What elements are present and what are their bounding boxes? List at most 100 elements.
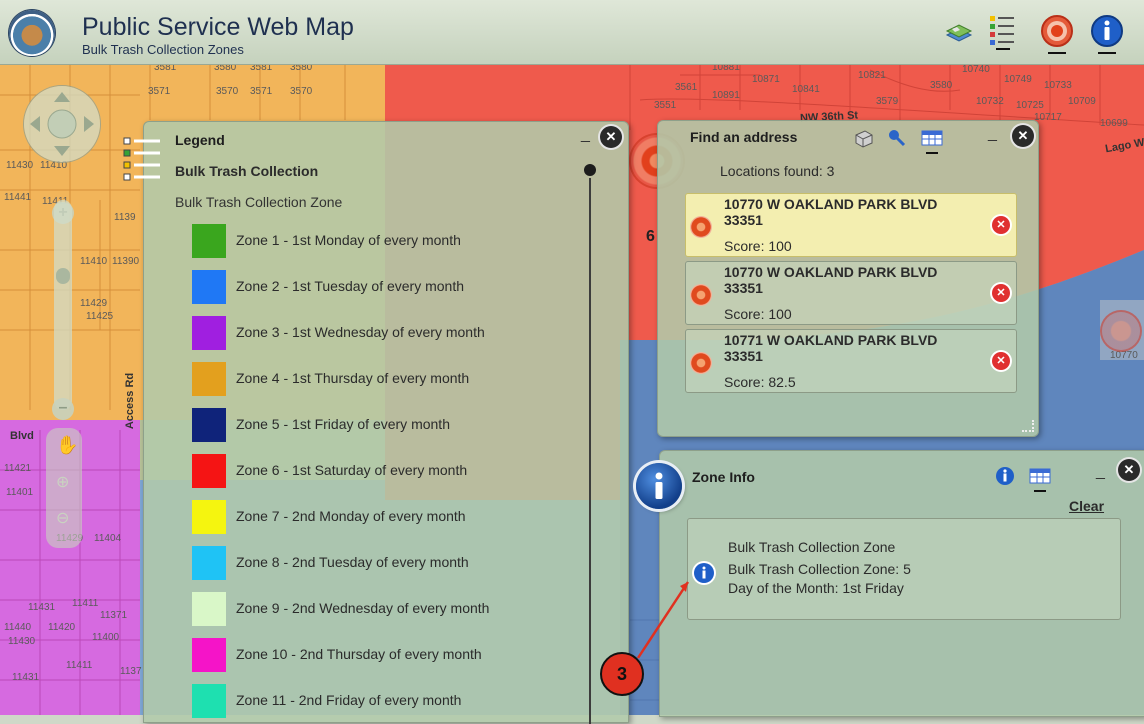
result-marker-icon bbox=[690, 352, 712, 374]
parcel-label: 11401 bbox=[6, 487, 34, 498]
address-result[interactable]: 10771 W OAKLAND PARK BLVD 33351 Score: 82… bbox=[685, 329, 1017, 393]
legend-swatch bbox=[192, 454, 226, 488]
parcel-label: 10733 bbox=[1044, 80, 1072, 91]
results-table-icon[interactable] bbox=[920, 127, 944, 160]
locations-found-text: Locations found: 3 bbox=[720, 163, 835, 179]
zone-field-value: Bulk Trash Collection Zone: 5 bbox=[728, 561, 911, 577]
legend-item-label: Zone 8 - 2nd Tuesday of every month bbox=[236, 554, 469, 570]
legend-minimize-button[interactable]: _ bbox=[581, 126, 590, 144]
parcel-label: 10717 bbox=[1034, 112, 1062, 123]
parcel-label: 11420 bbox=[48, 622, 76, 633]
parcel-label: 10732 bbox=[976, 96, 1004, 107]
legend-item-label: Zone 2 - 1st Tuesday of every month bbox=[236, 278, 465, 294]
parcel-label: 3570 bbox=[216, 86, 239, 97]
parcel-label: 11404 bbox=[94, 533, 122, 544]
layer-list-icon[interactable] bbox=[988, 14, 1018, 50]
parcel-label: 3579 bbox=[876, 96, 899, 107]
scroll-track[interactable] bbox=[589, 178, 591, 724]
legend-item: Zone 7 - 2nd Monday of every month bbox=[192, 500, 592, 534]
parcel-label: 11410 bbox=[80, 256, 108, 267]
info-icon[interactable] bbox=[994, 465, 1016, 492]
legend-scrollbar[interactable] bbox=[584, 164, 596, 724]
parcel-label: 10725 bbox=[1016, 100, 1044, 111]
parcel-label: 10891 bbox=[712, 90, 740, 101]
remove-result-icon[interactable]: ✕ bbox=[992, 216, 1010, 234]
zone-info-title: Zone Info bbox=[692, 469, 755, 485]
location-marker-icon[interactable] bbox=[1102, 312, 1140, 350]
street-label-blvd: Blvd bbox=[10, 430, 34, 442]
parcel-label: 3561 bbox=[675, 82, 698, 93]
app-subtitle: Bulk Trash Collection Zones bbox=[82, 42, 244, 57]
parcel-label: 11440 bbox=[4, 622, 32, 633]
callout-number-badge: 3 bbox=[600, 652, 644, 696]
zoom-out-magnifier-icon[interactable]: ⊖ bbox=[56, 508, 69, 528]
parcel-label: 11400 bbox=[92, 632, 120, 643]
result-address: 10770 W OAKLAND PARK BLVD 33351 bbox=[724, 196, 938, 228]
legend-item: Zone 1 - 1st Monday of every month bbox=[192, 224, 592, 258]
info-icon[interactable] bbox=[1090, 14, 1123, 54]
legend-swatch bbox=[192, 316, 226, 350]
legend-swatch bbox=[192, 684, 226, 718]
hand-pan-icon[interactable]: ✋ bbox=[56, 435, 78, 456]
legend-item: Zone 3 - 1st Wednesday of every month bbox=[192, 316, 592, 350]
parcel-label: 10740 bbox=[962, 64, 990, 75]
find-address-close-button[interactable]: ✕ bbox=[1012, 125, 1034, 147]
find-address-panel: Find an address _ ✕ Locations found: 3 1… bbox=[657, 120, 1039, 437]
clear-link[interactable]: Clear bbox=[1069, 498, 1104, 514]
legend-item: Zone 6 - 1st Saturday of every month bbox=[192, 454, 592, 488]
find-address-minimize-button[interactable]: _ bbox=[988, 125, 997, 143]
zone-info-close-button[interactable]: ✕ bbox=[1118, 459, 1140, 481]
legend-close-button[interactable]: ✕ bbox=[600, 126, 622, 148]
result-marker-icon bbox=[690, 216, 712, 238]
address-result[interactable]: 10770 W OAKLAND PARK BLVD 33351 Score: 10… bbox=[685, 193, 1017, 257]
legend-swatch bbox=[192, 546, 226, 580]
zone-day-value: Day of the Month: 1st Friday bbox=[728, 580, 904, 596]
parcel-label: 11425 bbox=[86, 311, 114, 322]
legend-item-label: Zone 1 - 1st Monday of every month bbox=[236, 232, 461, 248]
scroll-up-button[interactable] bbox=[584, 164, 596, 176]
info-marker-icon[interactable] bbox=[636, 463, 682, 509]
legend-item: Zone 11 - 2nd Friday of every month bbox=[192, 684, 592, 718]
remove-result-icon[interactable]: ✕ bbox=[992, 284, 1010, 302]
find-address-icon[interactable] bbox=[1040, 14, 1073, 54]
result-score: Score: 100 bbox=[724, 306, 792, 322]
zoom-slider-thumb[interactable] bbox=[56, 268, 70, 284]
zoom-in-magnifier-icon[interactable]: ⊕ bbox=[56, 472, 69, 492]
parcel-label: 10770 bbox=[1110, 350, 1138, 361]
legend-item-label: Zone 10 - 2nd Thursday of every month bbox=[236, 646, 482, 662]
legend-item: Zone 5 - 1st Friday of every month bbox=[192, 408, 592, 442]
zoom-out-button[interactable]: – bbox=[52, 398, 74, 420]
zone-info-result: Bulk Trash Collection Zone Bulk Trash Co… bbox=[687, 518, 1121, 620]
parcel-label: 1137 bbox=[120, 666, 142, 677]
legend-item: Zone 2 - 1st Tuesday of every month bbox=[192, 270, 592, 304]
pan-control[interactable] bbox=[24, 86, 100, 162]
street-label-access-rd: Access Rd bbox=[124, 372, 137, 430]
basemap-icon[interactable] bbox=[944, 17, 974, 47]
legend-field-name: Bulk Trash Collection Zone bbox=[175, 194, 343, 210]
zoom-slider[interactable] bbox=[54, 200, 72, 410]
legend-swatch bbox=[192, 592, 226, 626]
legend-title: Legend bbox=[175, 132, 225, 148]
address-result[interactable]: 10770 W OAKLAND PARK BLVD 33351 Score: 10… bbox=[685, 261, 1017, 325]
results-table-icon[interactable] bbox=[1028, 465, 1052, 498]
legend-item: Zone 8 - 2nd Tuesday of every month bbox=[192, 546, 592, 580]
result-marker-icon bbox=[690, 284, 712, 306]
find-address-title: Find an address bbox=[690, 129, 798, 145]
legend-item-label: Zone 3 - 1st Wednesday of every month bbox=[236, 324, 485, 340]
push-pin-icon[interactable] bbox=[886, 127, 908, 154]
legend-swatch bbox=[192, 408, 226, 442]
zone-info-minimize-button[interactable]: _ bbox=[1096, 463, 1105, 481]
parcel-label: 10841 bbox=[792, 84, 820, 95]
legend-swatch bbox=[192, 270, 226, 304]
parcel-label: 3571 bbox=[148, 86, 171, 97]
legend-swatch bbox=[192, 638, 226, 672]
app-header: Public Service Web Map Bulk Trash Collec… bbox=[0, 0, 1144, 65]
remove-result-icon[interactable]: ✕ bbox=[992, 352, 1010, 370]
legend-swatch bbox=[192, 224, 226, 258]
address-book-icon[interactable] bbox=[853, 127, 875, 154]
parcel-label: 11431 bbox=[28, 602, 56, 613]
zone-label: 6 bbox=[646, 228, 655, 245]
legend-item-label: Zone 9 - 2nd Wednesday of every month bbox=[236, 600, 490, 616]
resize-handle[interactable] bbox=[1022, 420, 1034, 432]
legend-layer-name: Bulk Trash Collection bbox=[175, 163, 319, 179]
